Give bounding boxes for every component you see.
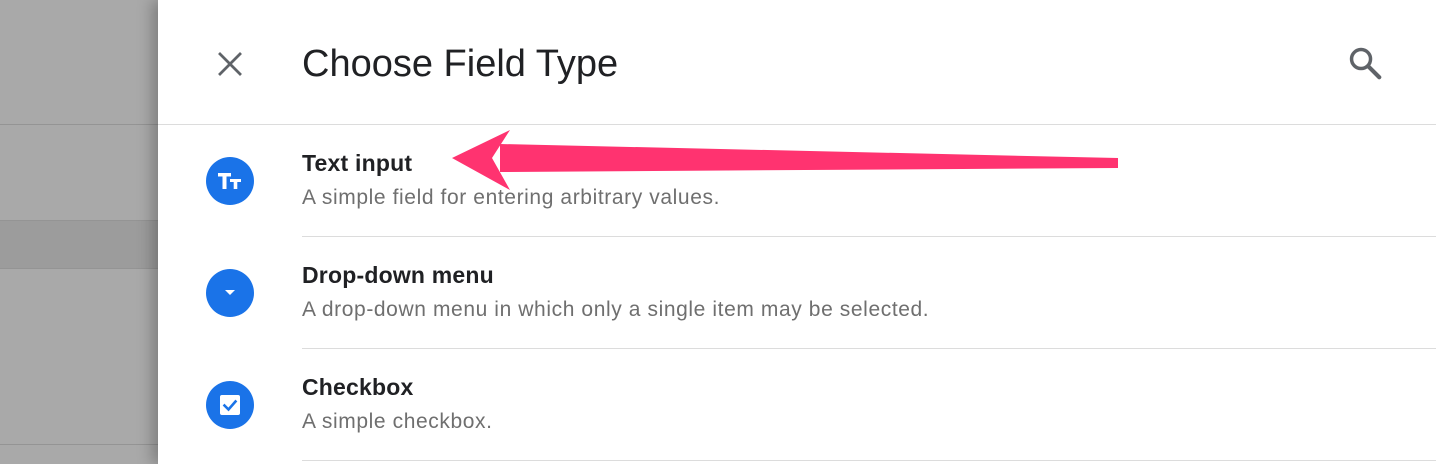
background-divider bbox=[0, 444, 158, 445]
field-type-checkbox[interactable]: Checkbox A simple checkbox. bbox=[158, 349, 1436, 461]
background-page-overlay bbox=[0, 0, 158, 464]
background-divider bbox=[0, 268, 158, 269]
background-row bbox=[0, 221, 158, 268]
page-title: Choose Field Type bbox=[302, 43, 619, 85]
field-type-text-input[interactable]: Text input A simple field for entering a… bbox=[158, 125, 1436, 237]
list-divider bbox=[302, 460, 1436, 461]
field-type-list: Text input A simple field for entering a… bbox=[158, 125, 1436, 461]
search-icon bbox=[1349, 47, 1382, 80]
field-type-description: A drop-down menu in which only a single … bbox=[302, 298, 930, 321]
field-type-name: Checkbox bbox=[302, 374, 414, 400]
checkbox-icon bbox=[206, 381, 254, 429]
field-type-name: Text input bbox=[302, 150, 413, 176]
text-format-icon bbox=[206, 157, 254, 205]
close-button[interactable] bbox=[210, 44, 250, 84]
choose-field-type-panel: Choose Field Type Text input A simple fi… bbox=[158, 0, 1436, 464]
panel-header: Choose Field Type bbox=[158, 0, 1436, 125]
field-type-description: A simple field for entering arbitrary va… bbox=[302, 186, 721, 209]
field-type-dropdown-menu[interactable]: Drop-down menu A drop-down menu in which… bbox=[158, 237, 1436, 349]
field-type-name: Drop-down menu bbox=[302, 262, 494, 288]
close-icon bbox=[218, 52, 242, 76]
background-divider bbox=[0, 124, 158, 125]
field-type-description: A simple checkbox. bbox=[302, 410, 493, 433]
dropdown-icon bbox=[206, 269, 254, 317]
search-button[interactable] bbox=[1344, 42, 1386, 84]
